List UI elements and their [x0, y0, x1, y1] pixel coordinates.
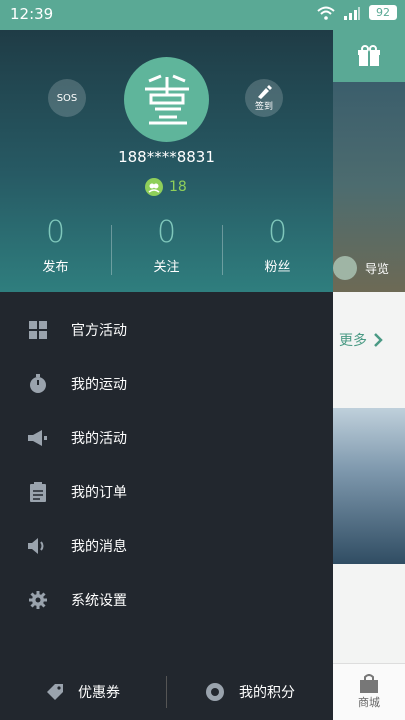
coupon-label: 优惠券 — [78, 685, 120, 701]
wifi-icon — [317, 6, 335, 20]
stat-value: 0 — [45, 215, 66, 250]
stat-fans[interactable]: 0 粉丝 — [222, 215, 333, 275]
coupon-button[interactable]: 优惠券 — [0, 682, 166, 702]
gift-icon[interactable] — [357, 45, 381, 67]
points-icon — [206, 683, 224, 701]
guide-icon — [333, 256, 357, 280]
drawer-menu: 官方活动 我的运动 我的活动 我的订单 我的消息 系统设置 — [0, 303, 333, 627]
status-time: 12:39 — [10, 5, 54, 23]
menu-label: 我的消息 — [71, 539, 127, 555]
menu-my-orders[interactable]: 我的订单 — [0, 465, 333, 519]
background-app: 导览 更多 商城 — [333, 30, 405, 720]
mall-tab[interactable]: 商城 — [333, 663, 405, 720]
menu-label: 我的运动 — [71, 377, 127, 393]
background-topbar — [333, 30, 405, 82]
gear-icon — [28, 590, 48, 610]
menu-my-sports[interactable]: 我的运动 — [0, 357, 333, 411]
speaker-icon — [28, 536, 48, 556]
checkin-label: 签到 — [254, 101, 273, 112]
points-label: 我的积分 — [239, 685, 295, 701]
tag-icon — [47, 684, 63, 700]
stat-label: 粉丝 — [264, 260, 291, 275]
menu-my-activities[interactable]: 我的活动 — [0, 411, 333, 465]
background-landscape — [333, 408, 405, 564]
menu-my-messages[interactable]: 我的消息 — [0, 519, 333, 573]
sos-label: SOS — [56, 92, 78, 104]
level-badge: 18 — [145, 178, 187, 196]
shopping-bag-icon — [360, 674, 378, 693]
status-icons: 92 — [317, 5, 397, 20]
side-drawer: SOS 签到 188****8831 18 0 发布 0 关注 0 粉丝 官方活… — [0, 30, 333, 720]
pen-icon — [258, 84, 272, 99]
menu-label: 我的活动 — [71, 431, 127, 447]
stat-following[interactable]: 0 关注 — [111, 215, 222, 275]
mall-label: 商城 — [358, 696, 380, 709]
signal-icon — [344, 6, 360, 20]
menu-official-events[interactable]: 官方活动 — [0, 303, 333, 357]
phone-number: 188****8831 — [118, 148, 215, 166]
guide-label: 导览 — [365, 261, 390, 276]
points-button[interactable]: 我的积分 — [167, 682, 333, 702]
megaphone-icon — [28, 428, 48, 448]
clipboard-icon — [28, 482, 48, 502]
drawer-header: SOS 签到 188****8831 18 0 发布 0 关注 0 粉丝 — [0, 30, 333, 292]
menu-label: 官方活动 — [71, 323, 127, 339]
stat-value: 0 — [267, 215, 288, 250]
avatar[interactable] — [124, 57, 209, 142]
stat-value: 0 — [156, 215, 177, 250]
sos-button[interactable]: SOS — [48, 79, 86, 117]
stat-label: 发布 — [42, 260, 69, 275]
more-link[interactable]: 更多 — [339, 330, 383, 350]
grid-icon — [28, 320, 48, 340]
checkin-button[interactable]: 签到 — [245, 79, 283, 117]
stat-label: 关注 — [153, 260, 180, 275]
stat-posts[interactable]: 0 发布 — [0, 215, 111, 275]
menu-label: 我的订单 — [71, 485, 127, 501]
drawer-footer: 优惠券 我的积分 — [0, 664, 333, 720]
more-label: 更多 — [339, 333, 367, 349]
menu-label: 系统设置 — [71, 593, 127, 609]
status-bar: 12:39 92 — [0, 0, 405, 30]
menu-system-settings[interactable]: 系统设置 — [0, 573, 333, 627]
stats-row: 0 发布 0 关注 0 粉丝 — [0, 215, 333, 275]
level-icon — [145, 178, 163, 196]
app-logo-icon — [144, 74, 189, 124]
stopwatch-icon — [28, 374, 48, 394]
guide-button[interactable]: 导览 — [333, 250, 389, 286]
battery-icon: 92 — [369, 5, 397, 20]
chevron-right-icon — [374, 333, 383, 347]
level-value: 18 — [169, 179, 187, 195]
